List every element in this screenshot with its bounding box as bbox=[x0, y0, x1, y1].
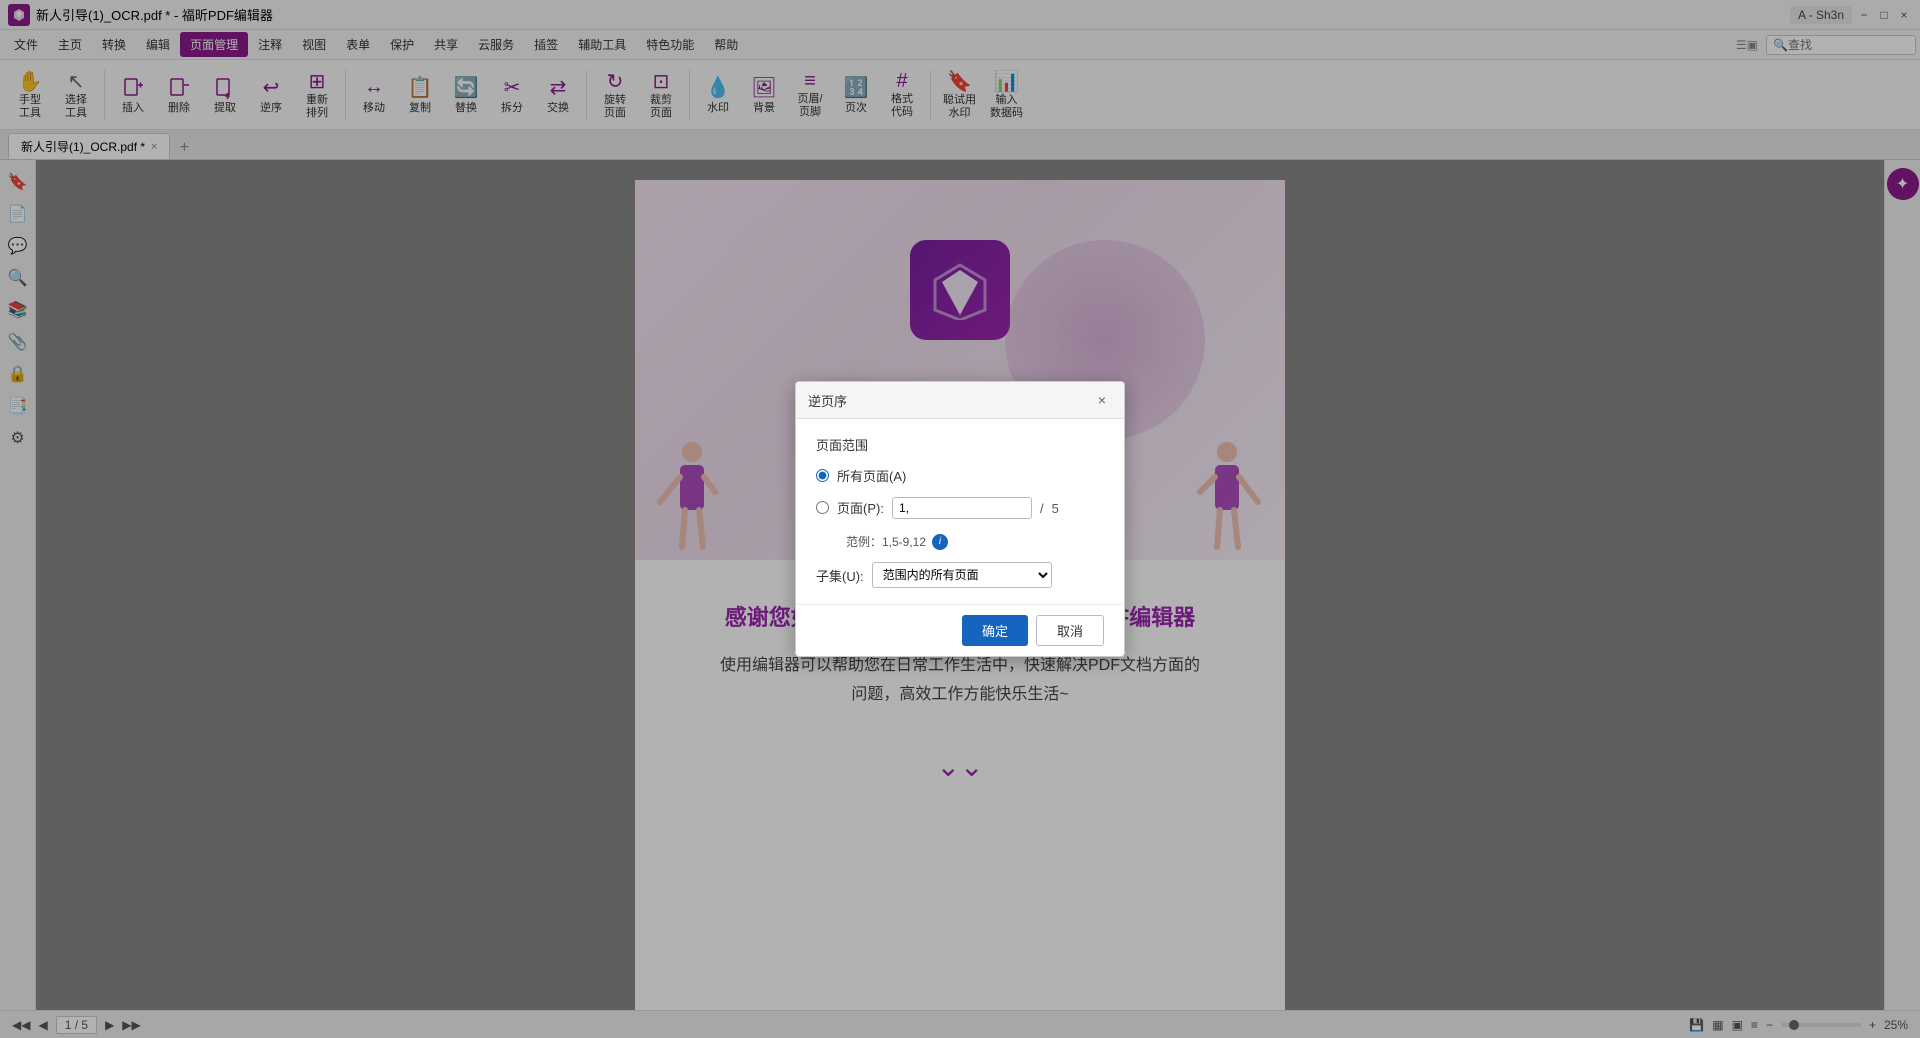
radio-page-range[interactable] bbox=[816, 501, 829, 514]
modal-overlay: 逆页序 × 页面范围 所有页面(A) 页面(P): / 5 bbox=[0, 0, 1920, 1038]
page-total: 5 bbox=[1052, 501, 1059, 516]
dialog-close-button[interactable]: × bbox=[1092, 390, 1112, 410]
section-title: 页面范围 bbox=[816, 435, 1104, 454]
radio-all-pages[interactable] bbox=[816, 469, 829, 482]
info-icon[interactable]: i bbox=[932, 534, 948, 550]
page-example: 范例：1,5-9,12 i bbox=[846, 533, 1104, 550]
page-separator: / bbox=[1040, 501, 1044, 516]
example-text: 范例：1,5-9,12 bbox=[846, 533, 926, 550]
confirm-button[interactable]: 确定 bbox=[962, 615, 1028, 646]
radio-all-pages-label[interactable]: 所有页面(A) bbox=[837, 466, 906, 485]
dialog-footer: 确定 取消 bbox=[796, 604, 1124, 656]
subset-row: 子集(U): 范围内的所有页面 仅奇数页 仅偶数页 bbox=[816, 562, 1104, 588]
page-range-input[interactable] bbox=[892, 497, 1032, 519]
radio-page-range-row: 页面(P): / 5 bbox=[816, 495, 1104, 519]
radio-page-label[interactable]: 页面(P): bbox=[837, 498, 884, 517]
radio-all-pages-row: 所有页面(A) bbox=[816, 466, 1104, 485]
subset-select[interactable]: 范围内的所有页面 仅奇数页 仅偶数页 bbox=[872, 562, 1052, 588]
page-range-input-area: / 5 bbox=[892, 497, 1059, 519]
page-range-group: 所有页面(A) 页面(P): / 5 范例：1,5-9,12 i bbox=[816, 466, 1104, 550]
dialog-titlebar: 逆页序 × bbox=[796, 382, 1124, 419]
reverse-pages-dialog: 逆页序 × 页面范围 所有页面(A) 页面(P): / 5 bbox=[795, 381, 1125, 657]
subset-label: 子集(U): bbox=[816, 566, 864, 585]
cancel-button[interactable]: 取消 bbox=[1036, 615, 1104, 646]
dialog-body: 页面范围 所有页面(A) 页面(P): / 5 bbox=[796, 419, 1124, 604]
dialog-title: 逆页序 bbox=[808, 391, 847, 410]
